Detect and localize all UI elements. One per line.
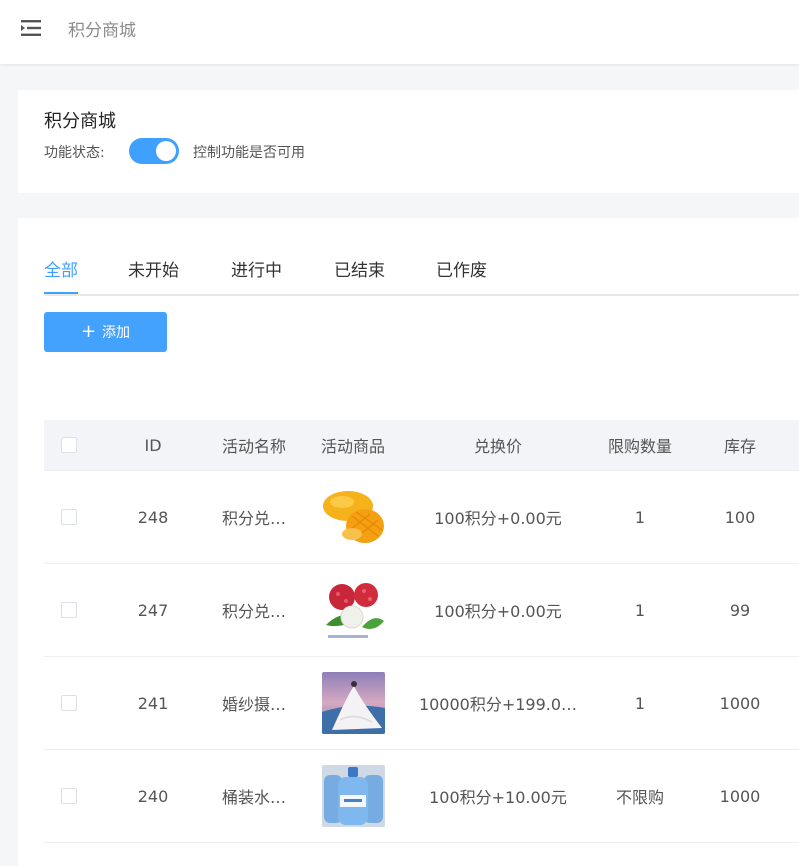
row-checkbox[interactable] [61,602,77,618]
row-checkbox[interactable] [61,509,77,525]
add-button-label: 添加 [102,325,131,341]
row-stock: 100 [724,507,756,527]
table-header: ID 活动名称 活动商品 兑换价 限购数量 库存 [44,420,799,471]
row-name: 积分兑… [221,509,286,528]
header-goods: 活动商品 [320,437,385,456]
row-name: 积分兑… [221,602,286,621]
settings-card: 积分商城 功能状态: 控制功能是否可用 [18,90,799,193]
row-price: 100积分+0.00元 [434,602,562,621]
row-name: 桶装水… [221,788,286,807]
row-id: 247 [137,600,169,620]
header-id: ID [144,435,162,455]
table-row[interactable]: 247 积分兑… 100积分+0.00元 1 99 [44,564,799,657]
row-price: 100积分+0.00元 [434,509,562,528]
status-tabs: 全部 未开始 进行中 已结束 已作废 [44,256,799,296]
row-id: 241 [137,693,169,713]
activity-list-card: 全部 未开始 进行中 已结束 已作废 + 添加 ID 活动名称 活动商品 兑换价… [18,218,799,866]
menu-fold-icon[interactable] [21,19,41,37]
row-checkbox[interactable] [61,788,77,804]
row-checkbox[interactable] [61,695,77,711]
toggle-knob [156,141,176,161]
row-name: 婚纱摄… [221,695,286,714]
tab-voided[interactable]: 已作废 [436,256,487,292]
table-row[interactable]: 240 桶装水… 100积分+10.00元 不限购 1000 [44,750,799,843]
header-name: 活动名称 [221,437,286,456]
row-price: 10000积分+199.0… [418,695,578,714]
tab-in-progress[interactable]: 进行中 [231,256,282,292]
bottled-water-image [321,765,385,827]
tab-not-started[interactable]: 未开始 [128,256,179,292]
table-row[interactable]: 241 婚纱摄… 10000积分+199.0… 1 1000 [44,657,799,750]
tab-all[interactable]: 全部 [44,256,78,294]
header-stock: 库存 [723,437,756,456]
feature-toggle-switch[interactable] [129,138,179,164]
settings-title: 积分商城 [44,111,116,132]
wedding-photo-image [321,672,385,734]
activity-table: ID 活动名称 活动商品 兑换价 限购数量 库存 248 积分兑… 100积分+… [44,420,799,843]
lychee-image [321,579,385,641]
row-limit: 1 [634,600,646,620]
top-bar: 积分商城 [0,0,799,64]
row-price: 100积分+10.00元 [429,788,567,807]
row-stock: 99 [729,600,751,620]
tab-ended[interactable]: 已结束 [334,256,385,292]
page-title: 积分商城 [68,21,136,41]
status-label: 功能状态: [44,145,105,161]
row-limit: 1 [634,507,646,527]
add-button[interactable]: + 添加 [44,312,167,352]
row-stock: 1000 [719,786,761,806]
header-price: 兑换价 [473,437,522,456]
row-id: 240 [137,786,169,806]
status-description: 控制功能是否可用 [193,145,305,161]
row-limit: 1 [634,693,646,713]
table-row[interactable]: 248 积分兑… 100积分+0.00元 1 100 [44,471,799,564]
plus-icon: + [80,321,97,342]
row-id: 248 [137,507,169,527]
header-limit: 限购数量 [607,437,672,456]
row-stock: 1000 [719,693,761,713]
mango-image [321,486,385,548]
row-limit: 不限购 [615,788,664,807]
select-all-checkbox[interactable] [61,437,77,453]
